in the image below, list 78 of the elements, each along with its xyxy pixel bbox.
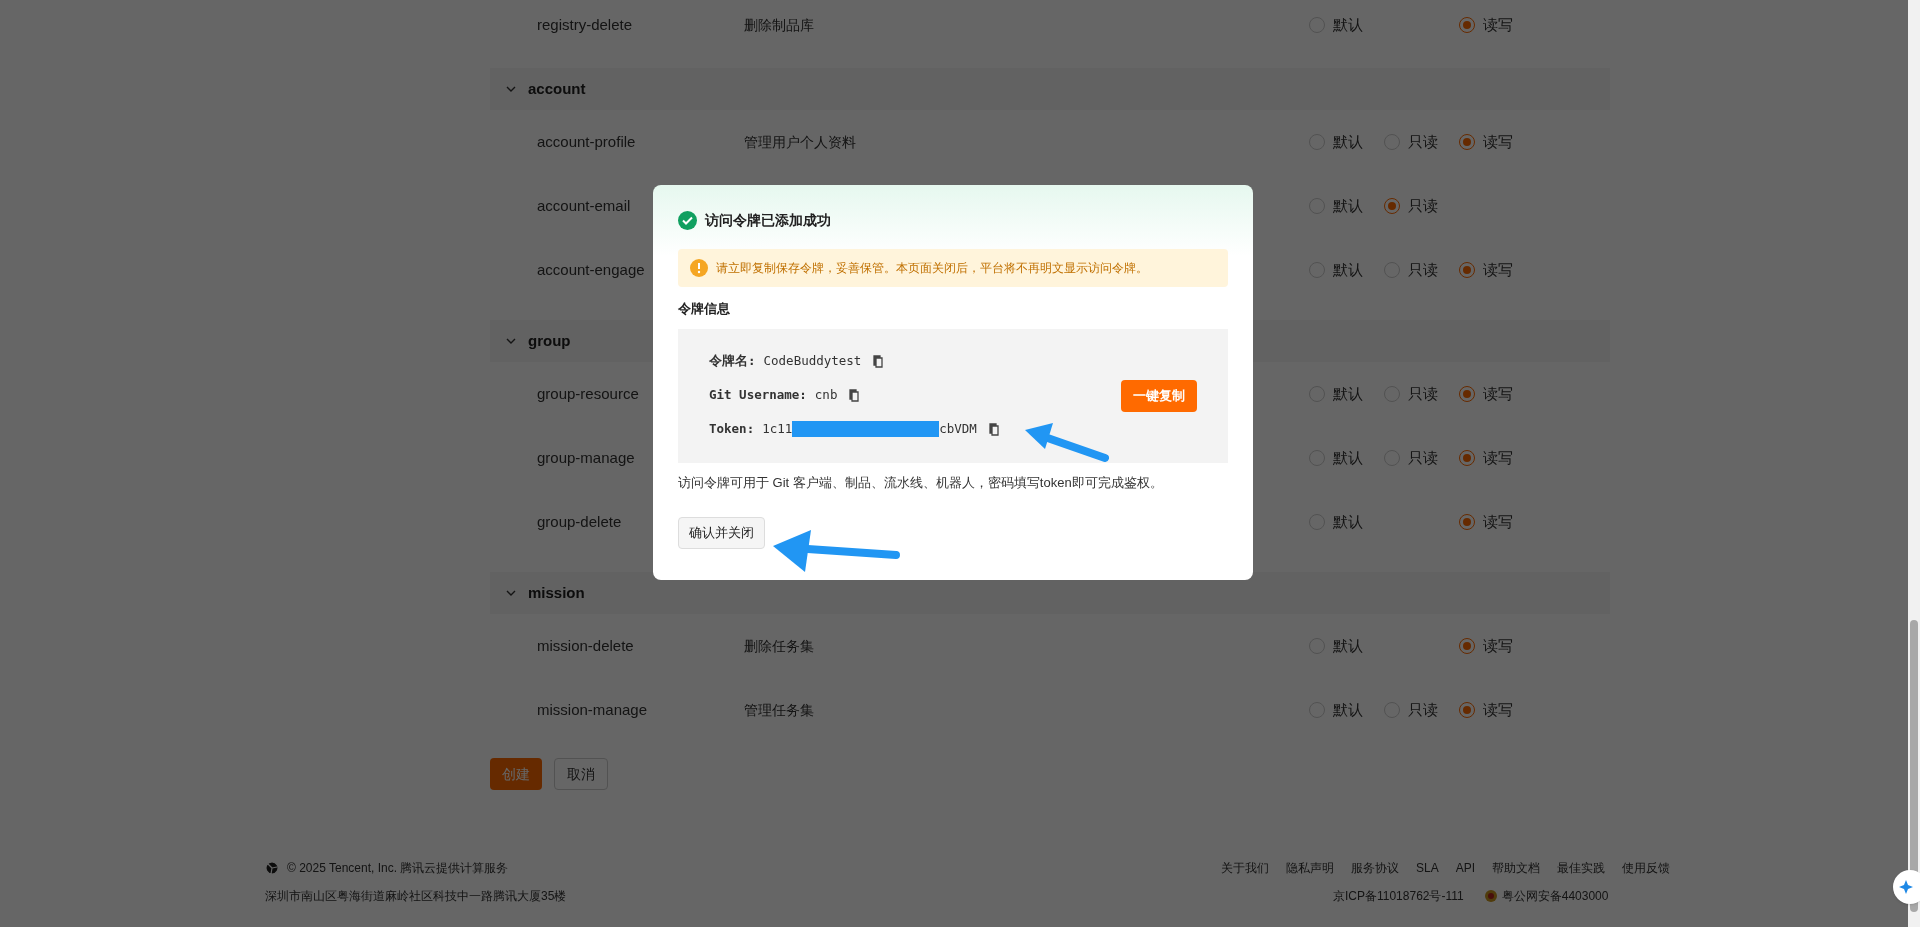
radio-option[interactable]: 默认 bbox=[1309, 634, 1384, 658]
permission-name: group-resource bbox=[537, 384, 639, 402]
radio-option[interactable]: 只读 bbox=[1384, 130, 1459, 154]
footer-link[interactable]: API bbox=[1455, 859, 1475, 877]
radio-option[interactable]: 默认 bbox=[1309, 698, 1384, 722]
police-badge-icon bbox=[1483, 889, 1498, 903]
footer-link[interactable]: 隐私声明 bbox=[1285, 859, 1334, 877]
field-value: cbVDM bbox=[939, 419, 977, 438]
footer-link[interactable]: 服务协议 bbox=[1350, 859, 1399, 877]
radio-option[interactable]: 读写 bbox=[1459, 258, 1534, 282]
permission-name: group-manage bbox=[537, 448, 635, 466]
radio-option[interactable]: 读写 bbox=[1459, 510, 1534, 534]
permission-name: account-profile bbox=[537, 132, 636, 150]
icp-link[interactable]: 京ICP备11018762号-111 bbox=[1332, 887, 1464, 905]
warning-text: 请立即复制保存令牌，妥善保管。本页面关闭后，平台将不再明文显示访问令牌。 bbox=[716, 260, 1148, 277]
scrollbar[interactable] bbox=[1908, 0, 1920, 927]
section-title: group bbox=[528, 330, 571, 351]
radio-option[interactable]: 读写 bbox=[1459, 130, 1534, 154]
field-label: 令牌名: bbox=[709, 352, 756, 371]
radio-option[interactable]: 只读 bbox=[1384, 698, 1459, 722]
copy-icon[interactable] bbox=[849, 389, 862, 402]
radio-option[interactable]: 默认 bbox=[1309, 13, 1384, 37]
radio-option[interactable]: 默认 bbox=[1309, 510, 1384, 534]
radio-option[interactable]: 读写 bbox=[1459, 698, 1534, 722]
cancel-button[interactable]: 取消 bbox=[554, 758, 608, 790]
footer-link[interactable]: 帮助文档 bbox=[1492, 859, 1540, 877]
permission-description: 管理用户个人资料 bbox=[744, 133, 856, 150]
radio-option[interactable]: 读写 bbox=[1459, 446, 1534, 470]
radio-option[interactable]: 默认 bbox=[1309, 382, 1384, 406]
permission-description: 删除制品库 bbox=[744, 16, 814, 33]
radio-option[interactable]: 默认 bbox=[1309, 130, 1384, 154]
permission-name: registry-delete bbox=[537, 15, 633, 33]
copy-icon[interactable] bbox=[873, 355, 886, 369]
radio-option[interactable]: 只读 bbox=[1384, 382, 1459, 406]
assistant-button[interactable] bbox=[1893, 870, 1920, 904]
radio-option[interactable]: 默认 bbox=[1309, 258, 1384, 282]
section-title: account bbox=[528, 78, 586, 99]
footer-link[interactable]: 使用反馈 bbox=[1622, 859, 1670, 877]
dialog-title: 访问令牌已添加成功 bbox=[705, 211, 831, 230]
sparkle-icon bbox=[1899, 880, 1913, 894]
permission-name: account-email bbox=[537, 196, 631, 214]
copy-all-button[interactable]: 一键复制 bbox=[1121, 379, 1197, 412]
radio-option[interactable]: 默认 bbox=[1309, 446, 1384, 470]
confirm-close-button[interactable]: 确认并关闭 bbox=[678, 517, 765, 549]
radio-option[interactable]: 读写 bbox=[1459, 634, 1534, 658]
footer-link[interactable]: 最佳实践 bbox=[1557, 859, 1605, 877]
field-label: Git Username: bbox=[709, 386, 807, 405]
create-button[interactable]: 创建 bbox=[490, 758, 542, 790]
permission-name: mission-manage bbox=[537, 700, 648, 718]
field-label: Token: bbox=[709, 419, 755, 438]
radio-option[interactable]: 只读 bbox=[1384, 258, 1459, 282]
logo-icon bbox=[265, 861, 279, 875]
radio-option[interactable]: 读写 bbox=[1459, 382, 1534, 406]
field-value: 1c11 bbox=[762, 419, 793, 438]
permission-description: 删除任务集 bbox=[744, 637, 814, 654]
section-title: 令牌信息 bbox=[678, 300, 731, 318]
warning-icon bbox=[690, 259, 708, 277]
permission-name: mission-delete bbox=[537, 636, 634, 654]
police-record-link[interactable]: 粤公网安备4403000 bbox=[1501, 887, 1609, 905]
permission-name: group-delete bbox=[537, 512, 622, 530]
address-text: 深圳市南山区粤海街道麻岭社区科技中一路腾讯大厦35楼 bbox=[265, 888, 567, 905]
section-title: mission bbox=[528, 582, 585, 603]
usage-note: 访问令牌可用于 Git 客户端、制品、流水线、机器人，密码填写token即可完成鉴权。 bbox=[678, 473, 1164, 492]
copyright-text: © 2025 Tencent, Inc. 腾讯云提供计算服务 bbox=[287, 860, 509, 877]
footer-link[interactable]: 关于我们 bbox=[1220, 859, 1269, 877]
footer-link[interactable]: SLA bbox=[1415, 859, 1439, 877]
radio-option[interactable]: 只读 bbox=[1384, 194, 1459, 218]
field-value: CodeBuddytest bbox=[763, 352, 862, 371]
radio-option[interactable]: 只读 bbox=[1384, 446, 1459, 470]
radio-option[interactable]: 读写 bbox=[1459, 13, 1534, 37]
radio-option[interactable]: 默认 bbox=[1309, 194, 1384, 218]
permission-name: account-engage bbox=[537, 260, 645, 278]
success-check-icon bbox=[678, 211, 697, 230]
permission-description: 管理任务集 bbox=[744, 701, 814, 718]
copy-icon[interactable] bbox=[988, 422, 1001, 436]
section-header[interactable]: account bbox=[490, 68, 1610, 110]
field-value: cnb bbox=[814, 386, 838, 405]
section-header[interactable]: mission bbox=[490, 572, 1610, 614]
